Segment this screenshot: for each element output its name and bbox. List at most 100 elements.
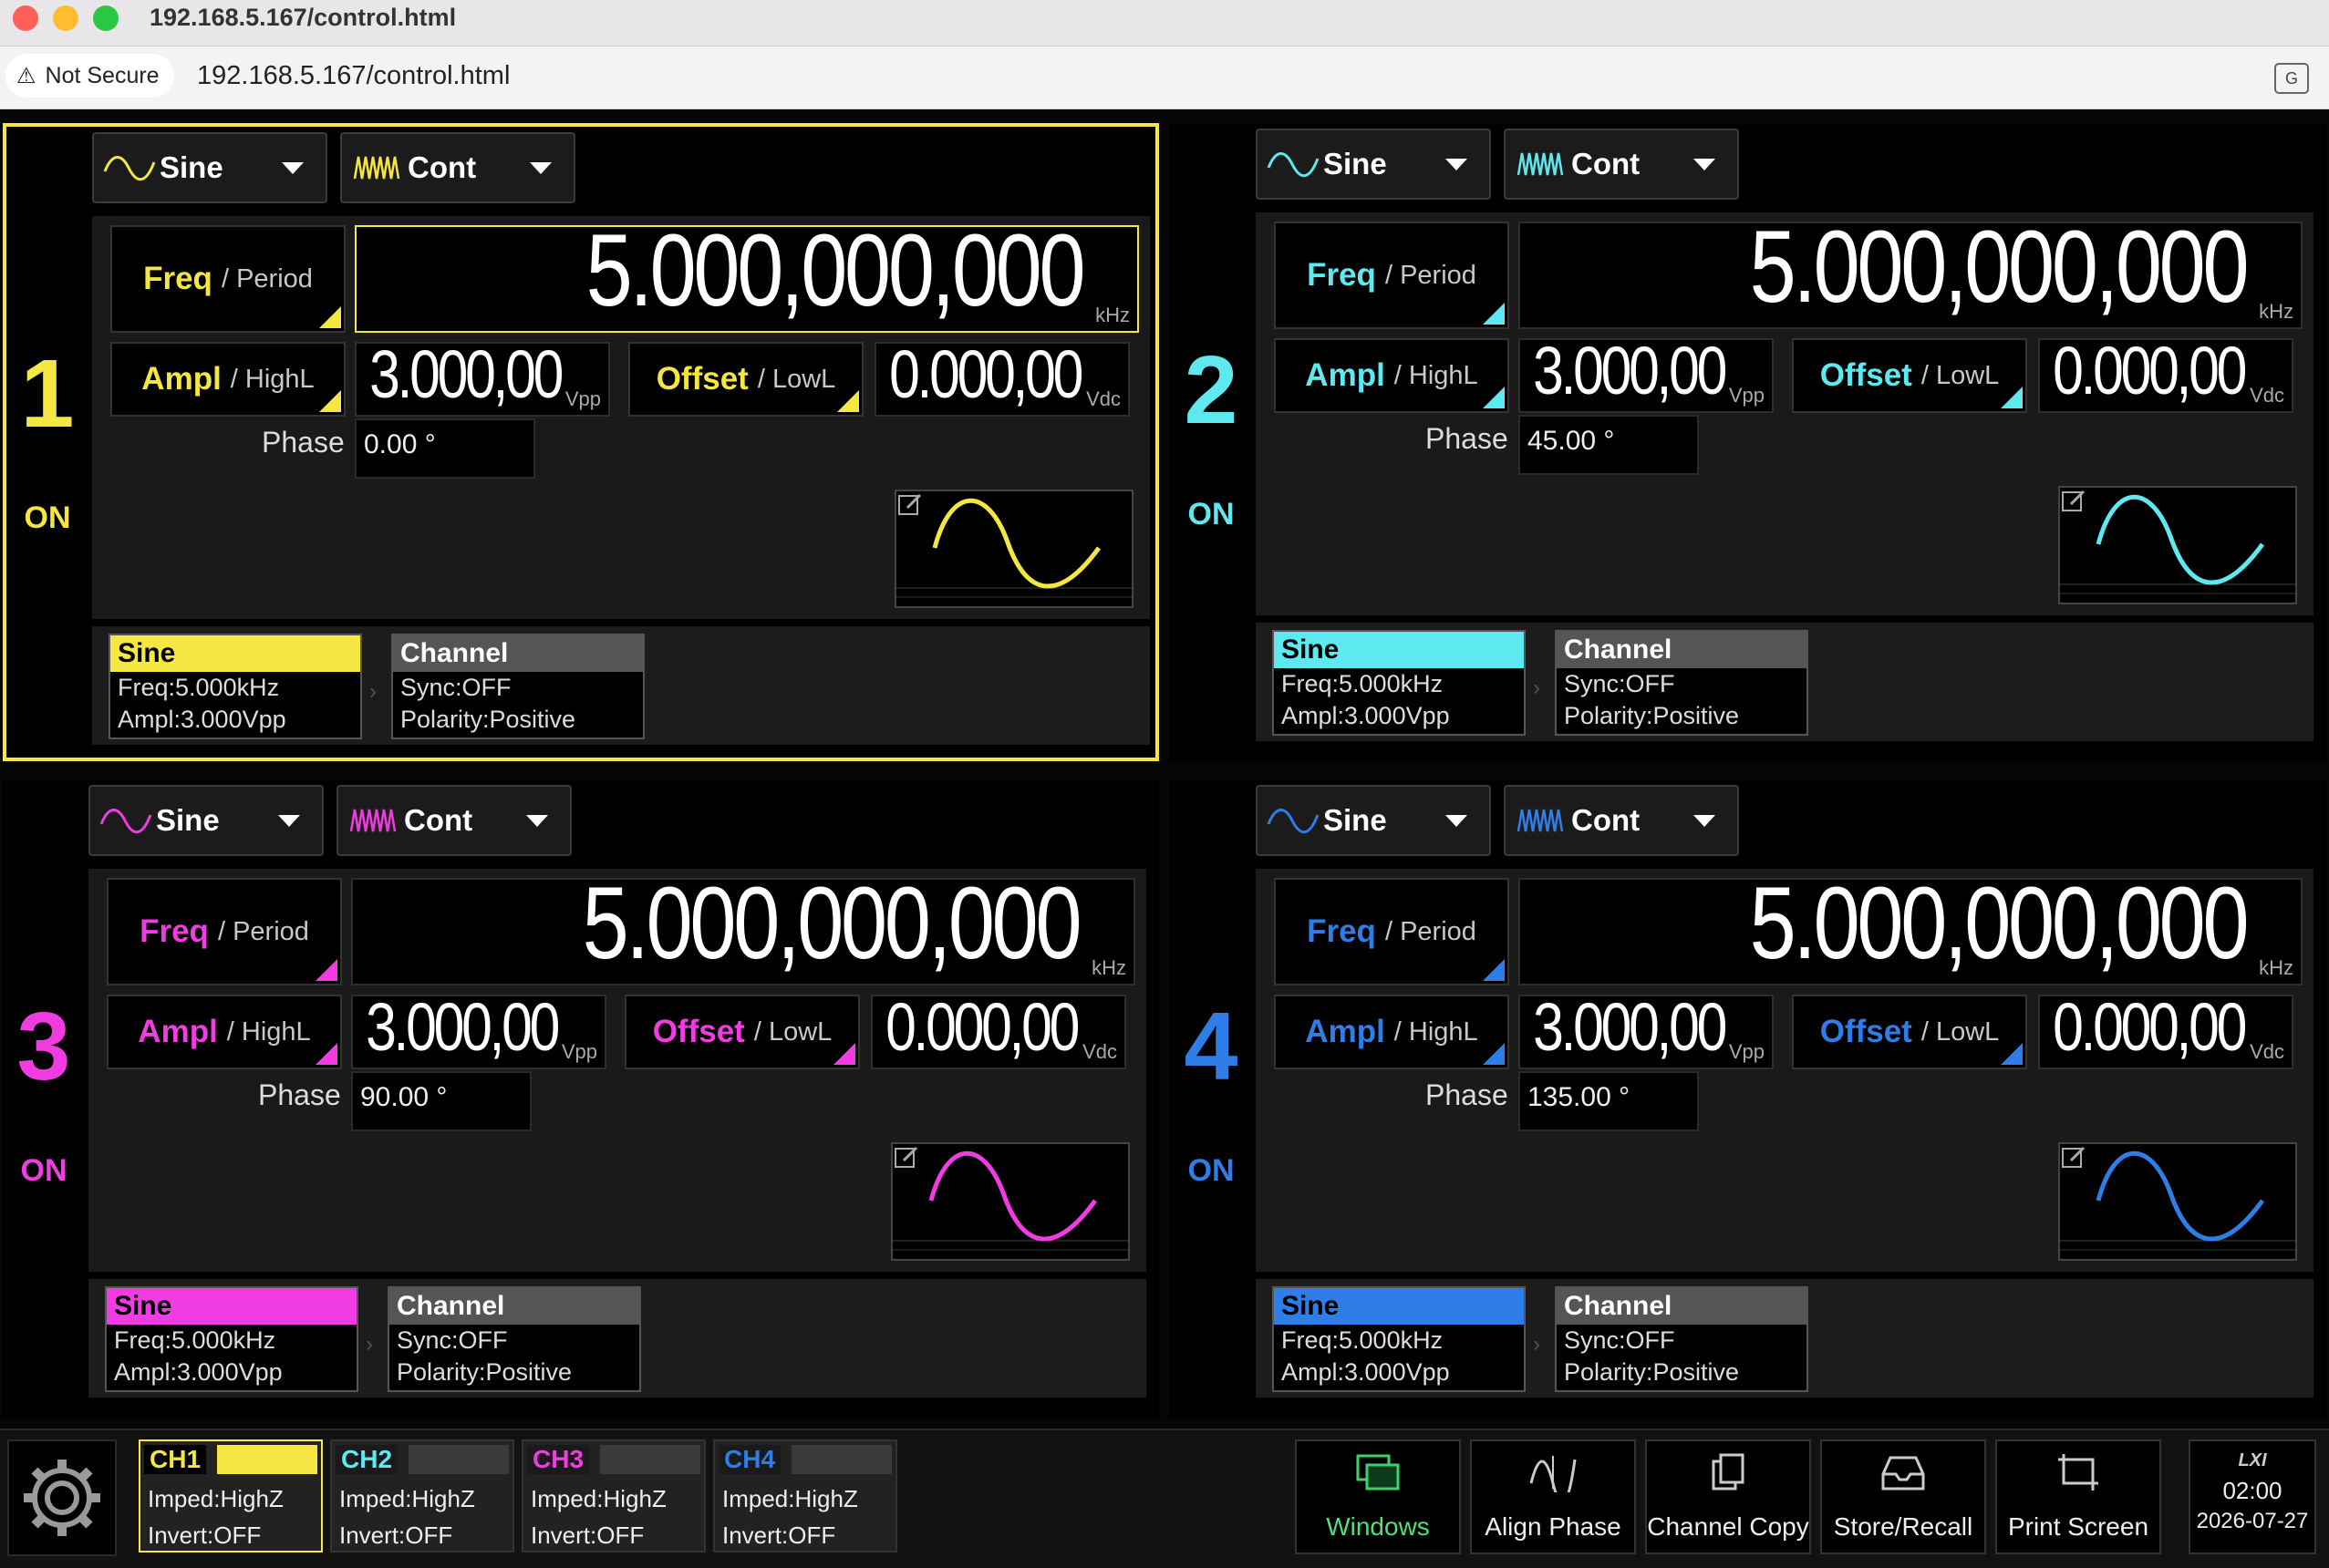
close-window-button[interactable] — [13, 5, 38, 31]
sine-wave-icon — [1267, 809, 1320, 834]
phase-field[interactable]: 45.00 ° — [1518, 415, 1699, 475]
mode-dropdown[interactable]: Cont — [1504, 129, 1739, 200]
frequency-value: 5.000,000,000 — [585, 213, 1085, 327]
channel-summary-card[interactable]: Channel Sync:OFF Polarity:Positive — [1555, 1286, 1808, 1392]
freq-period-toggle[interactable]: Freq / Period — [1274, 878, 1509, 985]
freq-period-toggle[interactable]: Freq / Period — [1274, 222, 1509, 329]
channel-summary-card[interactable]: Channel Sync:OFF Polarity:Positive — [1555, 630, 1808, 736]
highl-label: / HighL — [230, 364, 315, 394]
frequency-field[interactable]: 5.000,000,000 kHz — [1518, 210, 2303, 329]
wave-summary-card[interactable]: Sine Freq:5.000kHz Ampl:3.000Vpp — [1272, 1286, 1526, 1392]
windows-button[interactable]: Windows — [1295, 1439, 1461, 1554]
mode-label: Cont — [404, 803, 473, 837]
frequency-field[interactable]: 5.000,000,000 kHz — [1518, 866, 2303, 985]
security-indicator[interactable]: ⚠ Not Secure — [5, 54, 174, 98]
channel-tab-3[interactable]: CH3 Imped:HighZ Invert:OFF — [522, 1439, 706, 1553]
url-text[interactable]: 192.168.5.167/control.html — [197, 61, 510, 91]
offset-field[interactable]: 0.000,00 Vdc — [875, 336, 1130, 417]
channel-tab-2[interactable]: CH2 Imped:HighZ Invert:OFF — [330, 1439, 514, 1553]
print-screen-button[interactable]: Print Screen — [1995, 1439, 2161, 1554]
waveform-preview[interactable] — [891, 1142, 1130, 1261]
channel-2-panel[interactable]: 2 ON Sine Cont Freq / Period 5.000,000,00… — [1170, 123, 2326, 761]
lowl-label: / LowL — [1920, 1016, 2000, 1047]
wave-summary-card[interactable]: Sine Freq:5.000kHz Ampl:3.000Vpp — [1272, 630, 1526, 736]
offset-lowl-toggle[interactable]: Offset / LowL — [1792, 338, 2027, 413]
amplitude-unit: Vpp — [561, 1040, 597, 1063]
freq-period-toggle[interactable]: Freq / Period — [107, 878, 342, 985]
waveform-dropdown[interactable]: Sine — [88, 785, 324, 856]
waveform-dropdown[interactable]: Sine — [1256, 785, 1491, 856]
wave-summary-card[interactable]: Sine Freq:5.000kHz Ampl:3.000Vpp — [109, 634, 362, 739]
channel-card-polarity: Polarity:Positive — [397, 1358, 573, 1386]
channel-4-panel[interactable]: 4 ON Sine Cont Freq / Period 5.000,000,00… — [1170, 779, 2326, 1418]
waveform-preview[interactable] — [895, 490, 1133, 608]
offset-lowl-toggle[interactable]: Offset / LowL — [628, 342, 864, 417]
phase-field[interactable]: 0.00 ° — [355, 418, 535, 479]
edit-icon[interactable] — [2060, 1144, 2087, 1171]
parameter-area: Freq / Period 5.000,000,000 kHz Ampl / High… — [1256, 210, 2313, 615]
phase-field[interactable]: 135.00 ° — [1518, 1071, 1699, 1131]
channel-card-sync: Sync:OFF — [1564, 670, 1675, 697]
edit-icon[interactable] — [896, 491, 924, 519]
offset-unit: Vdc — [1082, 1040, 1117, 1063]
channel-copy-button[interactable]: Channel Copy — [1645, 1439, 1811, 1554]
channel-tab-1[interactable]: CH1 Imped:HighZ Invert:OFF — [139, 1439, 323, 1553]
ampl-highl-toggle[interactable]: Ampl / HighL — [110, 342, 346, 417]
zoom-window-button[interactable] — [93, 5, 119, 31]
store-recall-button[interactable]: Store/Recall — [1820, 1439, 1986, 1554]
ampl-highl-toggle[interactable]: Ampl / HighL — [1274, 995, 1509, 1069]
chevron-down-icon — [1693, 814, 1715, 827]
waveform-dropdown[interactable]: Sine — [1256, 129, 1491, 200]
edit-icon[interactable] — [2060, 488, 2087, 515]
frequency-field[interactable]: 5.000,000,000 kHz — [355, 213, 1139, 333]
mode-dropdown[interactable]: Cont — [336, 785, 572, 856]
amplitude-field[interactable]: 3.000,00 Vpp — [1518, 333, 1774, 413]
offset-lowl-toggle[interactable]: Offset / LowL — [1792, 995, 2027, 1069]
wave-summary-card[interactable]: Sine Freq:5.000kHz Ampl:3.000Vpp — [105, 1286, 358, 1392]
mode-dropdown[interactable]: Cont — [1504, 785, 1739, 856]
amplitude-field[interactable]: 3.000,00 Vpp — [351, 989, 606, 1069]
ampl-highl-toggle[interactable]: Ampl / HighL — [1274, 338, 1509, 413]
freq-period-toggle[interactable]: Freq / Period — [110, 225, 346, 333]
offset-field[interactable]: 0.000,00 Vdc — [2038, 333, 2293, 413]
channel-3-panel[interactable]: 3 ON Sine Cont Freq / Period 5.000,000,00… — [3, 779, 1159, 1418]
utility-button[interactable] — [7, 1439, 117, 1556]
channel-summary-card[interactable]: Channel Sync:OFF Polarity:Positive — [388, 1286, 641, 1392]
amplitude-field[interactable]: 3.000,00 Vpp — [1518, 989, 1774, 1069]
amplitude-field[interactable]: 3.000,00 Vpp — [355, 336, 610, 417]
channel-output-state[interactable]: ON — [1170, 1153, 1252, 1189]
waveform-dropdown[interactable]: Sine — [92, 132, 327, 203]
mode-label: Cont — [1571, 147, 1641, 181]
channel-output-state[interactable]: ON — [3, 1153, 85, 1189]
minimize-window-button[interactable] — [53, 5, 78, 31]
ampl-highl-toggle[interactable]: Ampl / HighL — [107, 995, 342, 1069]
phase-label: Phase — [1425, 1078, 1508, 1111]
channel-output-state[interactable]: ON — [6, 500, 88, 536]
frequency-field[interactable]: 5.000,000,000 kHz — [351, 866, 1135, 985]
offset-field[interactable]: 0.000,00 Vdc — [871, 989, 1126, 1069]
channel-tab-4[interactable]: CH4 Imped:HighZ Invert:OFF — [713, 1439, 897, 1553]
offset-lowl-toggle[interactable]: Offset / LowL — [625, 995, 860, 1069]
align-phase-button[interactable]: Align Phase — [1470, 1439, 1636, 1554]
chevron-right-icon: › — [1533, 676, 1540, 700]
waveform-preview[interactable] — [2058, 486, 2297, 604]
ampl-label: Ampl — [141, 361, 222, 397]
translate-icon[interactable]: G — [2274, 63, 2309, 94]
channel-summary-card[interactable]: Channel Sync:OFF Polarity:Positive — [391, 634, 645, 739]
ampl-label: Ampl — [1305, 357, 1385, 393]
wave-card-freq: Freq:5.000kHz — [1281, 1326, 1444, 1354]
waveform-preview[interactable] — [2058, 1142, 2297, 1261]
phase-label: Phase — [1425, 422, 1508, 455]
wave-card-ampl: Ampl:3.000Vpp — [1281, 702, 1450, 729]
channel-output-state[interactable]: ON — [1170, 497, 1252, 532]
channel-1-panel[interactable]: 1 ON Sine Cont Freq / Period 5.000,000,00… — [3, 123, 1159, 761]
edit-icon[interactable] — [893, 1144, 920, 1171]
not-secure-label: Not Secure — [45, 62, 160, 88]
phase-field[interactable]: 90.00 ° — [351, 1071, 532, 1131]
wave-card-freq: Freq:5.000kHz — [1281, 670, 1444, 697]
offset-field[interactable]: 0.000,00 Vdc — [2038, 989, 2293, 1069]
channel-tab-color-strip — [792, 1445, 892, 1474]
mode-dropdown[interactable]: Cont — [340, 132, 575, 203]
amplitude-value: 3.000,00 — [369, 336, 564, 412]
corner-indicator-icon — [1483, 387, 1505, 408]
